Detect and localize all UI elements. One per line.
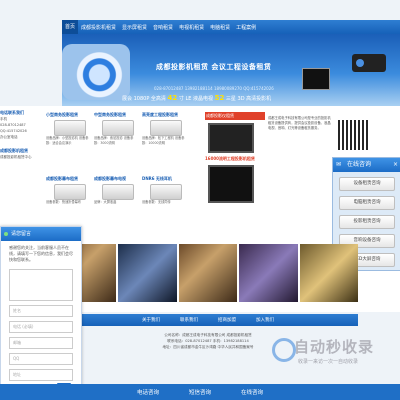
chat-field-name[interactable]: 姓名	[9, 305, 73, 317]
chat-field-qq[interactable]: QQ	[9, 353, 73, 365]
nav-item-cases[interactable]: 工程案例	[233, 24, 259, 31]
footer-link-join[interactable]: 加入我们	[256, 317, 274, 323]
close-icon[interactable]: ×	[393, 158, 398, 172]
strip-text-3: 三星 3D 高清投影机	[225, 96, 272, 102]
company-intro: 成都王成电子科技有限公司是专业的投影机租赁设备提供商，提供会议投影设备、液晶电视…	[268, 116, 331, 130]
banner-headline: 成都投影机租赁 会议工程设备租赁	[156, 63, 272, 71]
product-title: 成都投影幕布租赁	[46, 176, 78, 181]
watermark: 自动秒收录 收录一来访一次一自动收录	[272, 336, 392, 380]
gallery-image[interactable]	[239, 244, 298, 302]
product-card[interactable]: 中型商务投影租赁 设备品牌：索尼投影 设备参数：3000流明	[94, 112, 138, 174]
product-desc: 设备品牌：索尼投影 设备参数：3000流明	[94, 136, 134, 145]
chat-message: 感谢您的关注，当前客服人员不在线，请填写一下您的信息，我们会尽快和您联系。	[9, 245, 73, 262]
product-desc: 设备参数：无线同传	[142, 200, 171, 204]
featured-tv-image	[208, 123, 254, 153]
case-gallery	[58, 244, 359, 302]
gallery-image[interactable]	[178, 244, 238, 302]
consult-button[interactable]: 投影租赁咨询	[339, 215, 395, 229]
watermark-subtitle: 收录一来访一次一自动收录	[298, 359, 359, 365]
gallery-image[interactable]	[299, 244, 359, 302]
sidebar-contact: 电话联系我们 手机 028-87012487 QQ:415742026 办公室电…	[0, 110, 46, 230]
product-image	[102, 120, 134, 136]
strip-num-1: 42	[167, 94, 178, 102]
online-consult-button[interactable]: 在线咨询	[241, 388, 263, 396]
nav-item-audio[interactable]: 音响租赁	[150, 24, 176, 31]
phone-consult-button[interactable]: 电话咨询	[137, 388, 159, 396]
chat-field-email[interactable]: 邮箱	[9, 337, 73, 349]
chat-field-address[interactable]: 地址	[9, 369, 73, 381]
banner-contact: 028-87012487 13982188114 18980089270 QQ:…	[154, 86, 274, 91]
footer-nav: 关于我们 联系我们 招商加盟 加入我们	[58, 314, 358, 326]
chat-textarea[interactable]	[9, 269, 73, 301]
footer-link-about[interactable]: 关于我们	[142, 317, 160, 323]
nav-item-display[interactable]: 显示屏租赁	[119, 24, 150, 31]
product-card[interactable]: 高亮度工程投影租赁 设备品牌：松下工程机 设备参数：10000流明	[142, 112, 186, 174]
featured-caption[interactable]: 16000流明工程投影机租赁	[205, 156, 265, 162]
sidebar-line: 办公室电话	[0, 135, 18, 139]
online-consult-header: 在线咨询 ×	[333, 158, 400, 172]
nav-item-home[interactable]: 首页	[62, 20, 79, 34]
strip-text-1: 展会 1080P 全高清	[122, 96, 166, 102]
product-desc: 设备品牌：松下工程机 设备参数：10000流明	[142, 136, 185, 145]
nav-item-tv[interactable]: 电视机租赁	[176, 24, 207, 31]
product-image	[54, 120, 86, 136]
online-consult-title: 在线咨询	[347, 161, 372, 168]
product-title: DNR6 无线耳机	[142, 176, 172, 181]
watermark-logo-icon	[272, 338, 296, 362]
footer-link-franchise[interactable]: 招商加盟	[218, 317, 236, 323]
featured-projector-image	[208, 165, 254, 203]
product-desc: 品牌：大屏液晶	[94, 200, 117, 204]
chat-field-phone[interactable]: 电话 (必填)	[9, 321, 73, 333]
sms-consult-button[interactable]: 短信咨询	[189, 388, 211, 396]
chat-widget: 请您留言 感谢您的关注，当前客服人员不在线，请填写一下您的信息，我们会尽快和您联…	[0, 226, 82, 400]
qr-code	[338, 120, 368, 150]
tv-image	[302, 68, 330, 90]
product-desc: 设备品牌：小型投影机 设备参数：适合会议演示	[46, 136, 89, 145]
chat-header[interactable]: 请您留言	[1, 227, 81, 241]
page: 首页 成都投影机租赁 显示屏租赁 音响租赁 电视机租赁 电脑租赁 工程案例 成都…	[0, 0, 400, 400]
consult-button[interactable]: 设备租赁咨询	[339, 177, 395, 191]
consult-button[interactable]: 电脑租赁咨询	[339, 196, 395, 210]
product-title: 小型商务投影租赁	[46, 112, 78, 117]
product-image	[150, 184, 182, 200]
product-image	[150, 120, 182, 136]
footer-link-contact[interactable]: 联系我们	[180, 317, 198, 323]
mini-projector-image	[352, 54, 386, 72]
watermark-title: 自动秒收录	[294, 338, 375, 356]
strip-text-2: 寸 LE 液晶电视	[178, 96, 213, 102]
main-nav: 首页 成都投影机租赁 显示屏租赁 音响租赁 电视机租赁 电脑租赁 工程案例	[62, 20, 400, 34]
product-card[interactable]: 成都投影幕布电视 品牌：大屏液晶	[94, 176, 138, 238]
product-desc: 设备参数：快速折叠幕布	[46, 200, 82, 204]
sidebar-line: 成都投影机租赁中心	[0, 155, 32, 159]
gallery-image[interactable]	[118, 244, 177, 302]
product-card[interactable]: DNR6 无线耳机 设备参数：无线同传	[142, 176, 186, 238]
featured-column: 成都投影仪租赁 16000流明工程投影机租赁	[205, 112, 265, 242]
nav-item-projector[interactable]: 成都投影机租赁	[78, 24, 119, 31]
featured-header: 成都投影仪租赁	[205, 112, 265, 120]
product-image	[54, 184, 86, 200]
projector-image	[62, 44, 130, 100]
product-title: 高亮度工程投影租赁	[142, 112, 178, 117]
strip-num-2: 52	[214, 94, 225, 102]
nav-item-computer[interactable]: 电脑租赁	[207, 24, 233, 31]
product-title: 成都投影幕布电视	[94, 176, 126, 181]
product-card[interactable]: 小型商务投影租赁 设备品牌：小型投影机 设备参数：适合会议演示	[46, 112, 90, 174]
product-image	[102, 184, 134, 200]
hero-banner: 成都投影机租赁 会议工程设备租赁 028-87012487 1398218811…	[62, 34, 400, 106]
product-title: 中型商务投影租赁	[94, 112, 126, 117]
banner-strip: 展会 1080P 全高清 42 寸 LE 液晶电视 52 三星 3D 高清投影机	[122, 94, 322, 104]
bottom-action-bar: 电话咨询 短信咨询 在线咨询	[0, 384, 400, 400]
